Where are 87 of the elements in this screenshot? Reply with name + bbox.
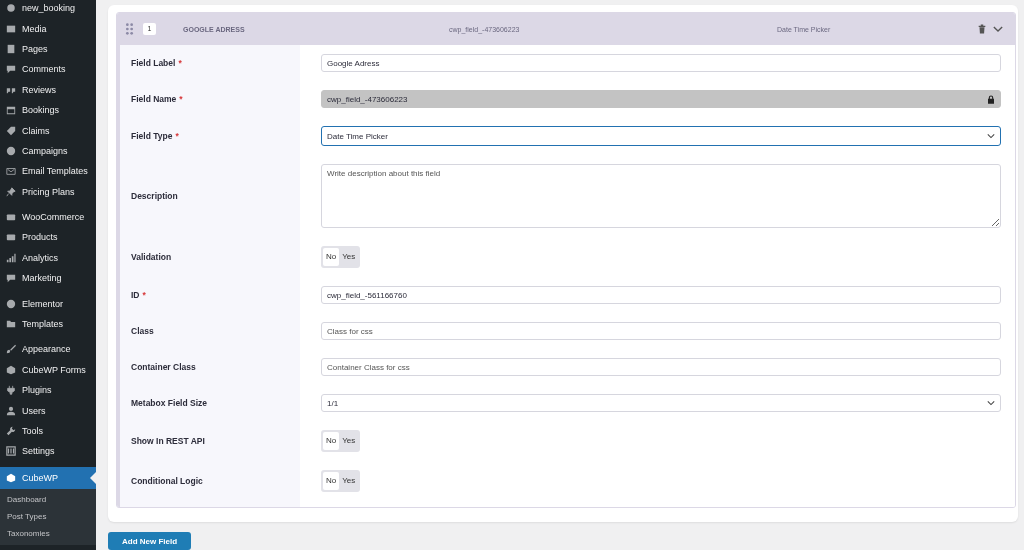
user-icon xyxy=(6,405,16,416)
media-icon xyxy=(6,23,16,34)
input-field[interactable]: Container Class for css xyxy=(321,358,1001,376)
field-label: Validation xyxy=(131,252,172,262)
box-icon xyxy=(6,212,16,223)
input-field[interactable]: Class for css xyxy=(321,322,1001,340)
field-label: ID xyxy=(131,290,140,300)
plug-icon xyxy=(6,385,16,396)
required-marker: * xyxy=(178,58,182,68)
field-label: Container Class xyxy=(131,362,196,372)
trash-icon[interactable] xyxy=(977,24,987,34)
submenu-item[interactable]: Taxonomies xyxy=(0,524,96,542)
sidebar-item[interactable]: Appearance xyxy=(0,339,96,360)
submenu-item[interactable]: Dashboard xyxy=(0,490,96,508)
required-marker: * xyxy=(179,94,183,104)
sidebar-item[interactable]: Marketing xyxy=(0,268,96,289)
sidebar-item[interactable]: Reviews xyxy=(0,79,96,100)
circle-icon xyxy=(6,298,16,309)
page-icon xyxy=(6,43,16,54)
input-field[interactable]: Google Adress xyxy=(321,54,1001,72)
circle-icon xyxy=(6,145,16,156)
sidebar-item[interactable]: Media xyxy=(0,18,96,39)
field-label: Show In REST API xyxy=(131,436,205,446)
select-field[interactable]: 1/1 xyxy=(321,394,1001,412)
calendar-icon xyxy=(6,105,16,116)
sidebar-item[interactable]: Comments xyxy=(0,59,96,80)
select-field[interactable]: Date Time Picker xyxy=(321,126,1001,146)
current-pointer-icon xyxy=(90,471,96,484)
cube-icon xyxy=(6,364,16,375)
box-icon xyxy=(6,232,16,243)
required-marker: * xyxy=(142,290,146,300)
pin-icon xyxy=(6,186,16,197)
folder-icon xyxy=(6,319,16,330)
sidebar-item[interactable]: Users xyxy=(0,400,96,421)
drag-handle-icon[interactable] xyxy=(125,23,134,35)
sidebar-item[interactable]: Email Templates xyxy=(0,161,96,182)
sidebar-item[interactable]: Templates xyxy=(0,313,96,335)
required-marker: * xyxy=(175,131,179,141)
field-label: Field Label xyxy=(131,58,176,68)
tag-icon xyxy=(6,125,16,136)
brush-icon xyxy=(6,344,16,355)
submenu-item[interactable]: Post Types xyxy=(0,507,96,525)
lock-icon xyxy=(987,94,995,104)
sidebar-item[interactable]: WooCommerce xyxy=(0,206,96,228)
field-label: Field Name xyxy=(131,94,177,104)
comment-icon xyxy=(6,273,16,284)
sidebar-item[interactable]: new_booking xyxy=(0,0,96,19)
sidebar-item[interactable]: Settings xyxy=(0,441,96,462)
sidebar-item[interactable]: Elementor xyxy=(0,293,96,314)
envelope-icon xyxy=(6,166,16,177)
field-label: Conditional Logic xyxy=(131,476,203,486)
field-label: Field Type xyxy=(131,131,173,141)
sidebar-item[interactable]: Pages xyxy=(0,38,96,60)
comment-icon xyxy=(6,64,16,75)
sliders-icon xyxy=(6,446,16,457)
textarea-field[interactable]: Write description about this field xyxy=(321,164,1001,228)
sidebar-item[interactable]: Pricing Plans xyxy=(0,181,96,202)
toggle-option[interactable]: Yes xyxy=(339,432,359,450)
wrench-icon xyxy=(6,426,16,436)
sidebar-item[interactable]: Plugins xyxy=(0,380,96,401)
sidebar-item[interactable]: Campaigns xyxy=(0,140,96,162)
chevron-down-icon[interactable] xyxy=(993,24,1003,34)
toggle-option[interactable]: No xyxy=(323,472,340,490)
field-label: Metabox Field Size xyxy=(131,398,208,408)
sidebar-item[interactable]: CubeWP Forms xyxy=(0,359,96,381)
input-field[interactable]: cwp_field_-561166760 xyxy=(321,286,1001,304)
bars-icon xyxy=(6,252,16,263)
toggle-switch[interactable]: No Yes xyxy=(321,246,361,268)
sidebar-item[interactable]: Bookings xyxy=(0,99,96,121)
sidebar-item[interactable]: Products xyxy=(0,227,96,248)
toggle-switch[interactable]: No Yes xyxy=(321,470,361,492)
caret-icon xyxy=(987,400,995,406)
toggle-option[interactable]: Yes xyxy=(339,248,359,266)
toggle-switch[interactable]: No Yes xyxy=(321,430,361,452)
sidebar-item[interactable]: Claims xyxy=(0,120,96,141)
toggle-option[interactable]: No xyxy=(323,248,340,266)
sidebar-item[interactable]: Tools xyxy=(0,420,96,442)
sidebar-item[interactable]: Analytics xyxy=(0,247,96,269)
locked-field: cwp_field_-473606223 xyxy=(321,90,1001,108)
cube-icon xyxy=(6,472,16,483)
toggle-option[interactable]: Yes xyxy=(339,472,359,490)
sidebar-item[interactable]: CubeWP xyxy=(0,466,96,489)
field-label: Description xyxy=(131,191,178,201)
caret-icon xyxy=(987,133,995,139)
toggle-option[interactable]: No xyxy=(323,432,340,450)
add-new-field-button[interactable]: Add New Field xyxy=(108,532,192,550)
field-label: Class xyxy=(131,326,154,336)
